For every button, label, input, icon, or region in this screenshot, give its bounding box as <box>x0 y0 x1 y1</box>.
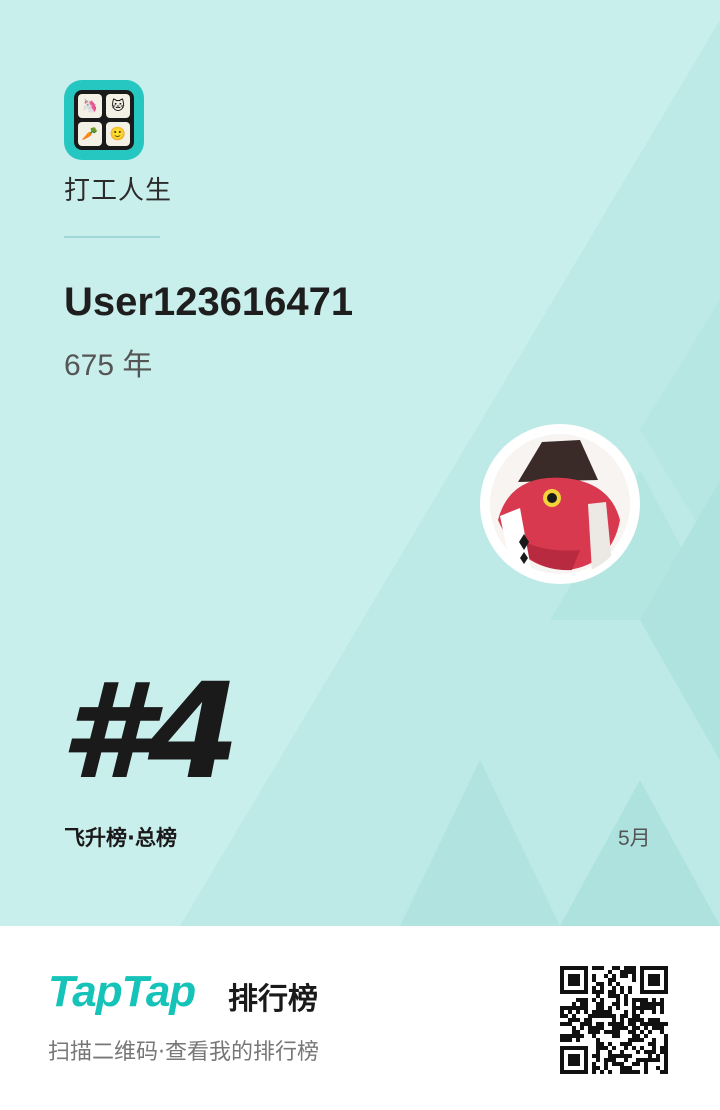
taptap-logo: TapTap <box>48 967 196 1016</box>
app-name: 打工人生 <box>64 176 173 206</box>
username: User123616471 <box>64 280 354 324</box>
rank-number: #4 <box>60 655 240 809</box>
footer: TapTap 排行榜 扫描二维码·查看我的排行榜 <box>0 926 720 1110</box>
fish-character-avatar <box>481 425 639 583</box>
unicorn-icon: 🦄 <box>78 94 102 118</box>
account-years: 675 年 <box>64 349 153 382</box>
cat-icon: 🐱 <box>106 94 130 118</box>
ranking-period: 5月 <box>618 827 651 850</box>
qr-code-icon <box>560 966 668 1074</box>
app-icon: 🦄 🐱 🥕 🙂 <box>64 80 144 160</box>
divider <box>64 236 160 238</box>
ranking-list-name: 飞升榜·总榜 <box>64 826 177 850</box>
character-icon: 🙂 <box>106 122 130 146</box>
carrot-icon: 🥕 <box>78 122 102 146</box>
ranking-card: 🦄 🐱 🥕 🙂 打工人生 User123616471 675 年 #4 飞升榜·… <box>0 0 720 926</box>
brand-suffix: 排行榜 <box>228 982 318 1017</box>
avatar <box>480 424 640 584</box>
scan-hint: 扫描二维码·查看我的排行榜 <box>48 1040 319 1065</box>
